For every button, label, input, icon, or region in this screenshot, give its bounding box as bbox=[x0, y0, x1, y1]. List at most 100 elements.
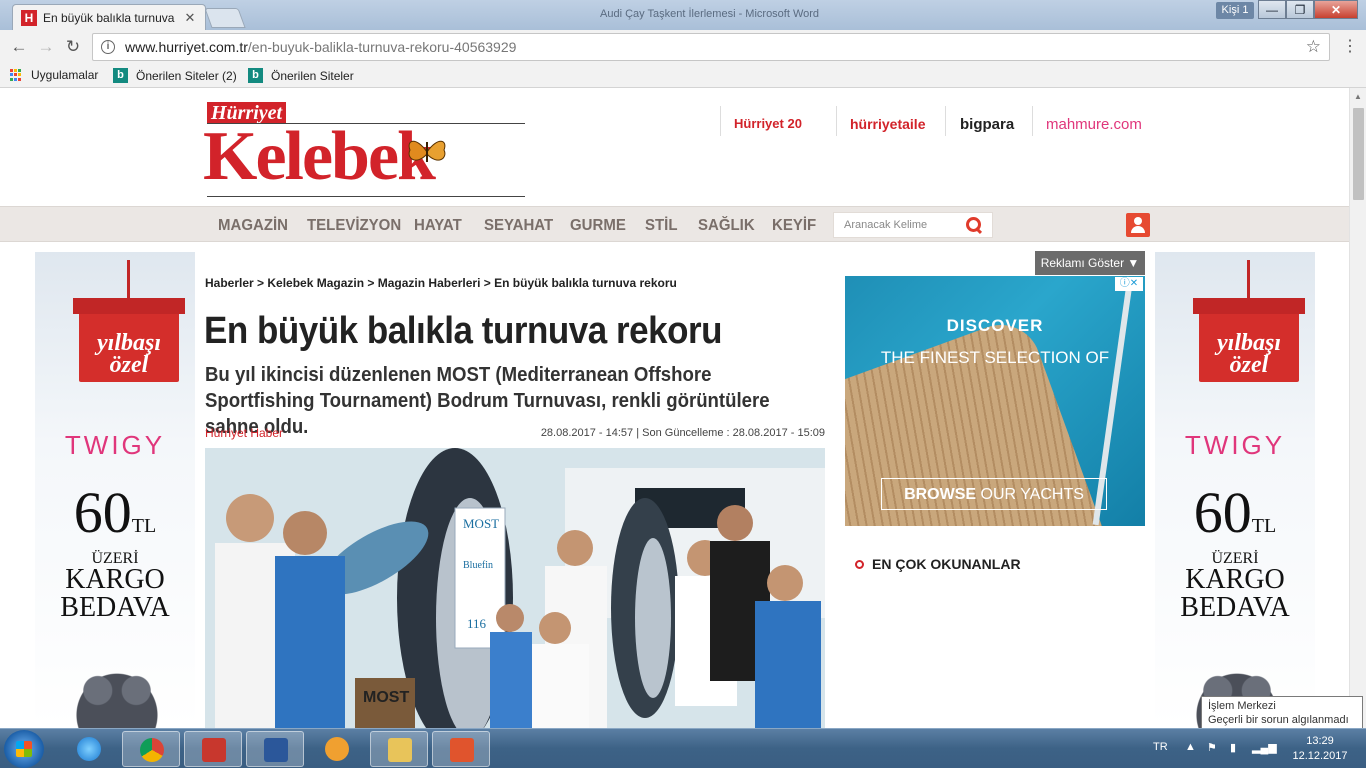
partner-mahmure[interactable]: mahmure.com bbox=[1046, 116, 1142, 133]
folder-icon bbox=[388, 738, 412, 762]
breadcrumb[interactable]: Haberler > Kelebek Magazin > Magazin Hab… bbox=[205, 276, 677, 290]
profile-button[interactable]: Kişi 1 bbox=[1216, 2, 1254, 19]
user-icon[interactable] bbox=[1126, 213, 1150, 237]
article-photo[interactable]: MOST Bluefin 116 MOST bbox=[205, 448, 825, 728]
bookmark-label: Önerilen Siteler (2) bbox=[136, 68, 237, 83]
adchoices-icon[interactable]: ⓘ✕ bbox=[1115, 277, 1143, 291]
bookmark-star-icon[interactable]: ☆ bbox=[1306, 37, 1321, 57]
photo-text-weight: 116 bbox=[467, 616, 487, 631]
taskbar-app-orange[interactable] bbox=[432, 731, 490, 767]
maximize-button[interactable]: ❐ bbox=[1286, 0, 1314, 19]
kelebek-logo[interactable]: Kelebek bbox=[203, 121, 436, 193]
browser-tab[interactable]: H En büyük balıkla turnuva ✕ bbox=[12, 4, 206, 30]
url-host: www.hurriyet.com.tr bbox=[125, 39, 248, 55]
system-clock[interactable]: 13:29 12.12.2017 bbox=[1290, 734, 1350, 764]
battery-icon[interactable]: ▮ bbox=[1230, 741, 1236, 754]
photo-text-trophy: MOST bbox=[363, 689, 409, 706]
browse-yachts-button[interactable]: BROWSE OUR YACHTS bbox=[881, 478, 1107, 510]
partner-divider bbox=[720, 106, 721, 136]
right-side-ad[interactable]: yılbaşı özel TWIGY 60TL ÜZERİ KARGO BEDAVA bbox=[1155, 252, 1315, 728]
taskbar-media-player[interactable] bbox=[308, 731, 366, 767]
back-icon[interactable]: ← bbox=[8, 36, 30, 58]
taskbar-app-red[interactable] bbox=[184, 731, 242, 767]
address-bar[interactable]: i www.hurriyet.com.tr/en-buyuk-balikla-t… bbox=[92, 33, 1330, 61]
gift-lid bbox=[1193, 298, 1305, 314]
gift-ribbon bbox=[127, 260, 130, 300]
language-indicator[interactable]: TR bbox=[1153, 741, 1168, 753]
tray-expand-icon[interactable]: ▲ bbox=[1185, 741, 1196, 753]
partner-hurriyetaile[interactable]: hürriyetaile bbox=[850, 116, 925, 132]
scrollbar-thumb[interactable] bbox=[1353, 108, 1364, 200]
nav-saglik[interactable]: SAĞLIK bbox=[698, 217, 755, 235]
word-icon bbox=[264, 738, 288, 762]
butterfly-icon bbox=[408, 140, 446, 162]
scroll-up-icon[interactable]: ▲ bbox=[1350, 88, 1366, 105]
ad-line-2: KARGO BEDAVA bbox=[1180, 564, 1290, 623]
close-tab-icon[interactable]: ✕ bbox=[183, 10, 197, 26]
ad-price: 60TL bbox=[1193, 480, 1277, 545]
taskbar-explorer[interactable] bbox=[370, 731, 428, 767]
chrome-menu-icon[interactable]: ⋮ bbox=[1342, 36, 1358, 56]
close-window-button[interactable]: ✕ bbox=[1314, 0, 1358, 19]
most-read-heading: EN ÇOK OKUNANLAR bbox=[855, 556, 1021, 572]
partner-hurriyet20[interactable]: Hürriyet 20 bbox=[734, 116, 802, 131]
bookmark-suggested[interactable]: b Önerilen Siteler bbox=[248, 68, 354, 83]
clock-date: 12.12.2017 bbox=[1292, 750, 1348, 762]
minimize-button[interactable]: — bbox=[1258, 0, 1286, 19]
yacht-ad-banner[interactable]: ⓘ✕ DISCOVER THE FINEST SELECTION OF BROW… bbox=[845, 276, 1145, 526]
gift-ribbon bbox=[1247, 260, 1250, 300]
info-icon[interactable]: i bbox=[101, 40, 115, 54]
signal-icon[interactable]: ▂▄▆ bbox=[1252, 741, 1277, 754]
bookmark-apps[interactable]: Uygulamalar bbox=[10, 68, 98, 82]
search-icon[interactable] bbox=[966, 217, 982, 233]
apps-grid-icon bbox=[10, 68, 23, 82]
internet-explorer-icon bbox=[77, 737, 101, 761]
partner-divider bbox=[945, 106, 946, 136]
ad-price: 60TL bbox=[73, 480, 157, 545]
page-scrollbar[interactable]: ▲ bbox=[1349, 88, 1366, 728]
reload-icon[interactable]: ↻ bbox=[62, 36, 84, 58]
nav-stil[interactable]: STİL bbox=[645, 217, 678, 235]
nav-gurme[interactable]: GURME bbox=[570, 217, 626, 235]
forward-icon[interactable]: → bbox=[35, 36, 57, 58]
new-tab-button[interactable] bbox=[204, 8, 246, 28]
gift-text: yılbaşı özel bbox=[1217, 330, 1281, 378]
start-button[interactable] bbox=[4, 730, 44, 768]
action-center-tooltip: İşlem Merkezi Geçerli bir sorun algılanm… bbox=[1201, 696, 1363, 730]
taskbar-internet-explorer[interactable] bbox=[60, 731, 118, 767]
app-red-icon bbox=[202, 738, 226, 762]
taskbar-chrome[interactable] bbox=[122, 731, 180, 767]
taskbar-word[interactable] bbox=[246, 731, 304, 767]
nav-seyahat[interactable]: SEYAHAT bbox=[484, 217, 553, 235]
article-headline: En büyük balıkla turnuva rekoru bbox=[204, 310, 723, 352]
bookmark-label: Uygulamalar bbox=[31, 68, 99, 82]
partner-bigpara[interactable]: bigpara bbox=[960, 116, 1014, 133]
teddy-bear-image bbox=[69, 666, 165, 728]
partner-divider bbox=[1032, 106, 1033, 136]
background-window-title: Audi Çay Taşkent İlerlemesi - Microsoft … bbox=[600, 8, 820, 20]
most-read-label: EN ÇOK OKUNANLAR bbox=[872, 556, 1021, 572]
chrome-icon bbox=[140, 738, 164, 762]
nav-televizyon[interactable]: TELEVİZYON bbox=[307, 217, 401, 235]
show-ad-button[interactable]: Reklamı Göster ▼ bbox=[1035, 251, 1145, 275]
main-nav: MAGAZİN TELEVİZYON HAYAT SEYAHAT GURME S… bbox=[0, 206, 1349, 242]
bookmark-suggested-2[interactable]: b Önerilen Siteler (2) bbox=[113, 68, 237, 83]
windows-taskbar: TR ▲ ⚑ ▮ ▂▄▆ 13:29 12.12.2017 bbox=[0, 728, 1366, 768]
hurriyet-favicon-icon: H bbox=[21, 9, 37, 26]
media-player-icon bbox=[325, 737, 349, 761]
ad-finest-text: THE FINEST SELECTION OF bbox=[880, 348, 1110, 367]
ad-brand: TWIGY bbox=[1184, 430, 1286, 460]
search-input[interactable]: Aranacak Kelime bbox=[833, 212, 993, 238]
left-side-ad[interactable]: yılbaşı özel TWIGY 60TL ÜZERİ KARGO BEDAVA bbox=[35, 252, 195, 728]
tab-title: En büyük balıkla turnuva bbox=[43, 10, 175, 25]
nav-hayat[interactable]: HAYAT bbox=[414, 217, 462, 235]
ad-discover-text: DISCOVER bbox=[946, 316, 1044, 335]
nav-keyif[interactable]: KEYİF bbox=[772, 217, 816, 235]
nav-magazin[interactable]: MAGAZİN bbox=[218, 217, 288, 235]
action-center-flag-icon[interactable]: ⚑ bbox=[1207, 741, 1217, 754]
search-placeholder: Aranacak Kelime bbox=[844, 219, 928, 231]
bing-icon: b bbox=[248, 68, 263, 83]
tooltip-title: İşlem Merkezi bbox=[1208, 700, 1276, 712]
article-author[interactable]: Hürriyet Haber bbox=[205, 426, 283, 440]
gift-lid bbox=[73, 298, 185, 314]
